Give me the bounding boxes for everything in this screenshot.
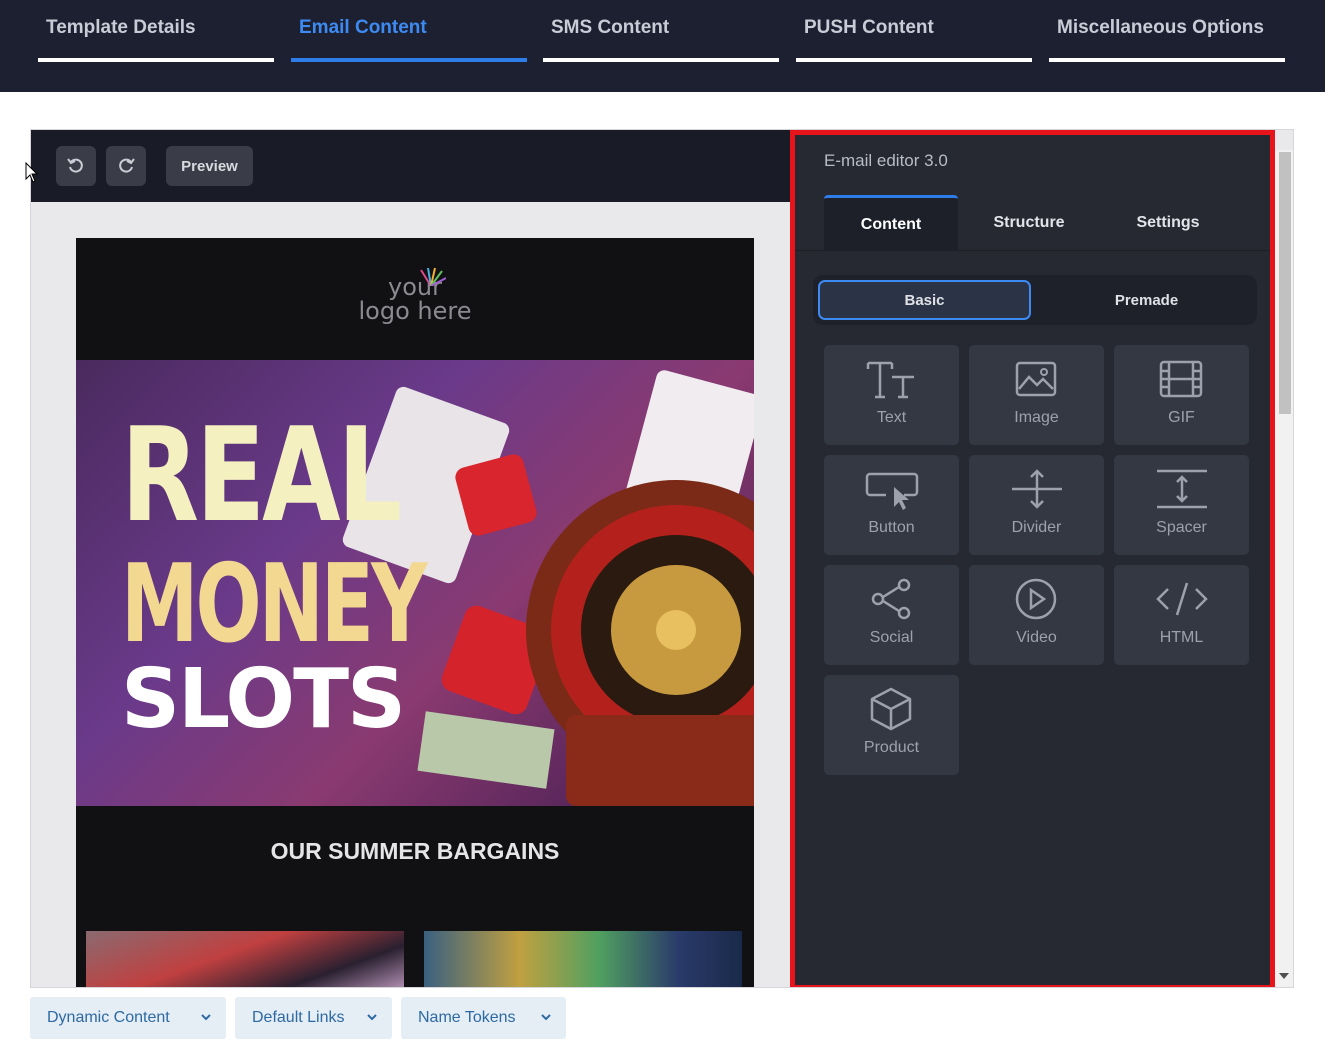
hero-title-line2: MONEY	[121, 542, 427, 667]
logo-text-bottom: logo here	[358, 297, 472, 325]
redo-icon	[119, 158, 135, 173]
tab-structure[interactable]: Structure	[962, 195, 1096, 251]
image-icon	[1015, 361, 1057, 397]
hero-image[interactable]: REAL MONEY SLOTS	[76, 360, 754, 806]
tab-template-details[interactable]: Template Details	[38, 0, 274, 62]
editor-toolbar: Preview	[31, 130, 796, 202]
dropdown-label: Default Links	[252, 1009, 345, 1026]
divider-icon	[1012, 469, 1062, 509]
mouse-cursor-icon	[25, 162, 39, 183]
text-icon	[866, 361, 914, 399]
spacer-icon	[1157, 469, 1207, 509]
product-thumbnail-2[interactable]	[424, 931, 742, 987]
block-label: Text	[876, 409, 907, 426]
editor-scrollbar[interactable]	[1275, 150, 1293, 987]
block-label: Product	[863, 739, 920, 756]
editor-side-panel: E-mail editor 3.0 Content Structure Sett…	[790, 130, 1275, 987]
email-canvas[interactable]: your logo here REAL MONEY SLOTS OUR SUMM…	[76, 238, 754, 987]
block-video[interactable]: Video	[969, 565, 1104, 665]
block-label: HTML	[1159, 629, 1204, 646]
tab-email-content[interactable]: Email Content	[291, 0, 527, 62]
tab-label: Template Details	[46, 17, 196, 38]
dropdown-label: Name Tokens	[418, 1009, 516, 1026]
block-product[interactable]: Product	[824, 675, 959, 775]
scroll-down-arrow-icon[interactable]	[1279, 973, 1289, 979]
block-html[interactable]: HTML	[1114, 565, 1249, 665]
hero-title-line1: REAL	[121, 399, 402, 551]
chevron-down-icon	[201, 1014, 211, 1021]
block-label: Divider	[1011, 519, 1062, 536]
preview-button[interactable]: Preview	[166, 146, 253, 186]
block-divider[interactable]: Divider	[969, 455, 1104, 555]
tab-label: Miscellaneous Options	[1057, 17, 1264, 38]
chevron-down-icon	[541, 1014, 551, 1021]
block-label: GIF	[1168, 409, 1195, 426]
block-social[interactable]: Social	[824, 565, 959, 665]
block-button[interactable]: Button	[824, 455, 959, 555]
product-thumbnail-1[interactable]	[86, 931, 404, 987]
undo-button[interactable]	[56, 146, 96, 186]
hero-title-line3: SLOTS	[121, 652, 406, 747]
chevron-down-icon	[367, 1014, 377, 1021]
basic-toggle-button[interactable]: Basic	[818, 280, 1031, 320]
redo-button[interactable]	[106, 146, 146, 186]
video-icon	[1015, 578, 1057, 620]
block-label: Video	[1016, 629, 1057, 646]
dynamic-content-dropdown[interactable]: Dynamic Content	[30, 997, 226, 1039]
block-gif[interactable]: GIF	[1114, 345, 1249, 445]
social-icon	[871, 578, 911, 620]
dropdown-label: Dynamic Content	[47, 1009, 170, 1026]
product-icon	[870, 687, 912, 731]
logo-text-top: your	[388, 273, 442, 301]
tab-label: PUSH Content	[804, 17, 934, 38]
block-label: Spacer	[1156, 519, 1207, 536]
logo-burst-icon	[420, 268, 446, 286]
tab-sms-content[interactable]: SMS Content	[543, 0, 779, 62]
default-links-dropdown[interactable]: Default Links	[235, 997, 392, 1039]
button-icon	[865, 472, 919, 510]
premade-toggle-button[interactable]: Premade	[1040, 280, 1253, 320]
tab-content[interactable]: Content	[824, 195, 958, 251]
section-heading[interactable]: OUR SUMMER BARGAINS	[76, 838, 754, 865]
undo-icon	[67, 158, 83, 173]
block-label: Image	[1014, 409, 1059, 426]
name-tokens-dropdown[interactable]: Name Tokens	[401, 997, 566, 1039]
gif-icon	[1159, 360, 1203, 398]
panel-tabs: Content Structure Settings	[795, 195, 1270, 251]
email-editor: Preview your logo here REAL MONEY SLOTS …	[30, 129, 1294, 988]
panel-title: E-mail editor 3.0	[824, 151, 948, 170]
block-label: Social	[869, 629, 914, 646]
top-tab-bar: Template Details Email Content SMS Conte…	[0, 0, 1325, 92]
tab-push-content[interactable]: PUSH Content	[796, 0, 1032, 62]
tab-label: Email Content	[299, 17, 427, 38]
block-label: Button	[868, 519, 915, 536]
block-image[interactable]: Image	[969, 345, 1104, 445]
block-type-toggle: Basic Premade	[813, 275, 1257, 325]
tab-miscellaneous-options[interactable]: Miscellaneous Options	[1049, 0, 1285, 62]
tab-label: SMS Content	[551, 17, 670, 38]
html-icon	[1156, 582, 1208, 616]
block-spacer[interactable]: Spacer	[1114, 455, 1249, 555]
scrollbar-thumb[interactable]	[1279, 152, 1291, 414]
tab-settings[interactable]: Settings	[1101, 195, 1235, 251]
block-text[interactable]: Text	[824, 345, 959, 445]
email-logo[interactable]: your logo here	[76, 238, 754, 360]
